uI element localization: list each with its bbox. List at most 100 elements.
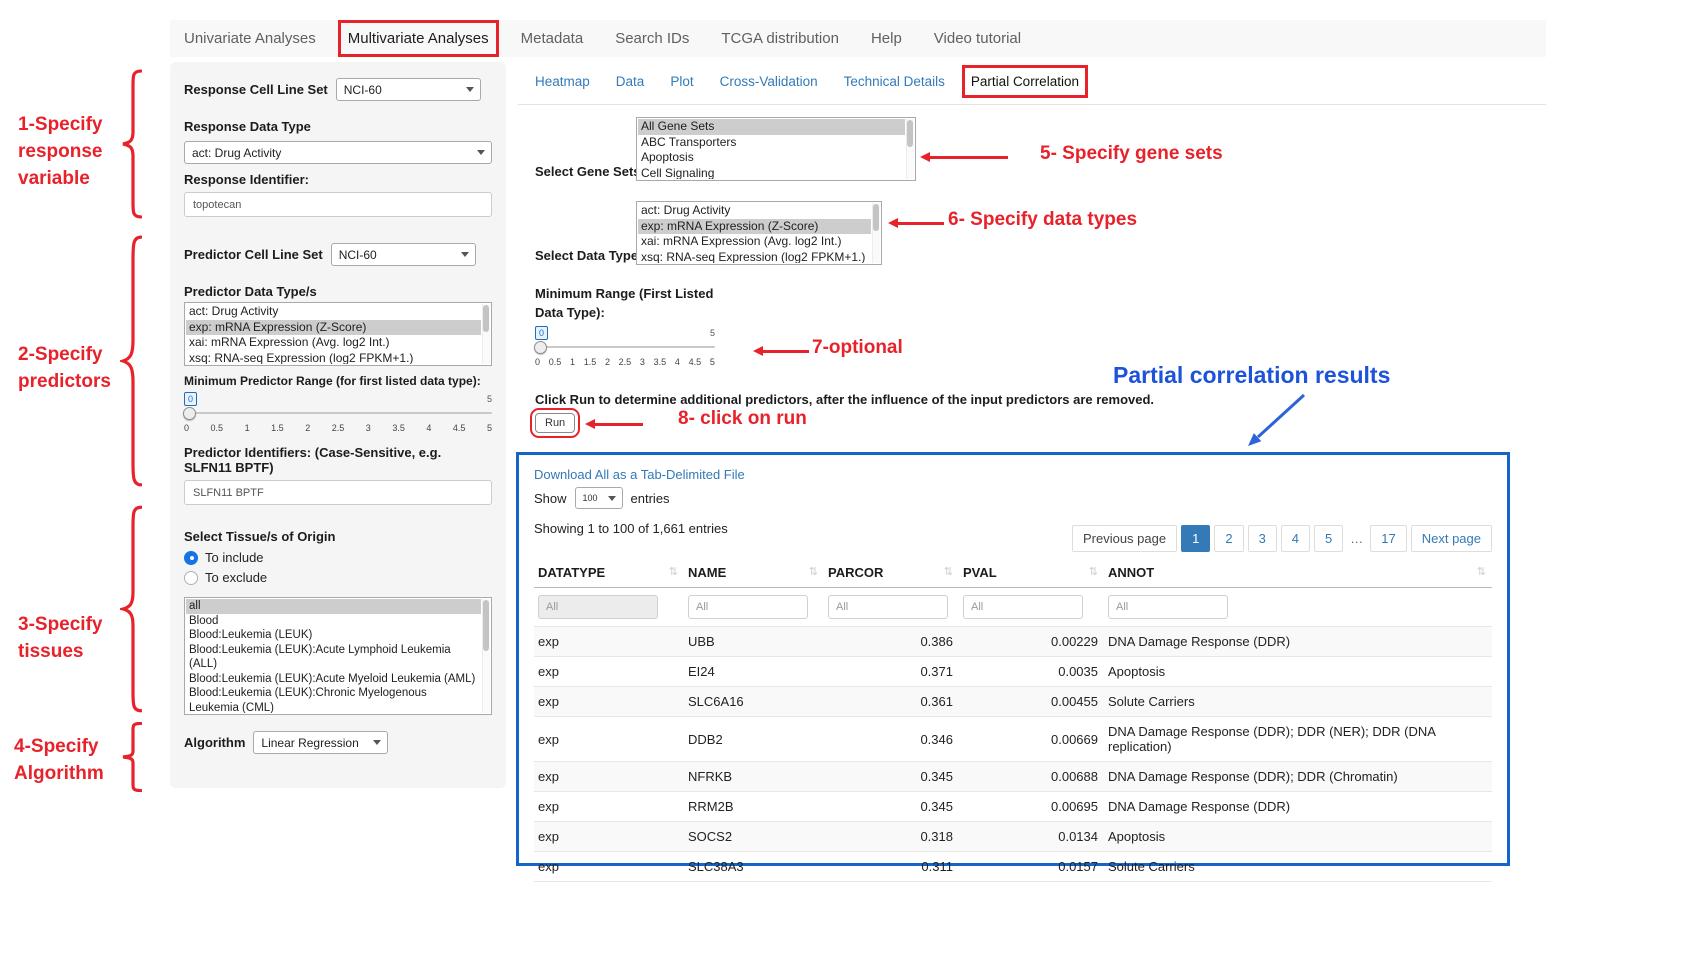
slider-handle[interactable] xyxy=(183,407,196,420)
table-header-row: ⇅DATATYPE⇅NAME⇅PARCOR⇅PVAL⇅ANNOT xyxy=(534,558,1492,588)
column-header-pval[interactable]: ⇅PVAL xyxy=(959,558,1104,588)
tab-partial-correlation[interactable]: Partial Correlation xyxy=(971,74,1079,89)
response-identifier-input[interactable] xyxy=(184,192,492,217)
option-blood[interactable]: Blood xyxy=(186,614,481,629)
filter-input-parcor[interactable] xyxy=(828,595,948,619)
column-header-name[interactable]: ⇅NAME xyxy=(684,558,824,588)
scrollbar-thumb[interactable] xyxy=(483,600,489,651)
option-exp-mrna-expression-z-score[interactable]: exp: mRNA Expression (Z-Score) xyxy=(638,219,871,235)
option-blood-leukemia-leuk-acute-lymphoid-leukemia-all[interactable]: Blood:Leukemia (LEUK):Acute Lymphoid Leu… xyxy=(186,643,481,672)
predictor-identifiers-input[interactable] xyxy=(184,480,492,505)
min-range-slider[interactable]: 0 5 00.511.522.533.544.55 xyxy=(535,326,715,367)
scrollbar-thumb[interactable] xyxy=(873,204,879,231)
option-xsq-rna-seq-expression-log2-fpkm-1[interactable]: xsq: RNA-seq Expression (log2 FPKM+1.) xyxy=(186,351,481,365)
tick-label: 0 xyxy=(184,423,189,433)
option-blood-leukemia-leuk-acute-myeloid-leukemia-aml[interactable]: Blood:Leukemia (LEUK):Acute Myeloid Leuk… xyxy=(186,672,481,687)
option-all[interactable]: all xyxy=(186,599,481,614)
sort-icon[interactable]: ⇅ xyxy=(944,565,953,578)
min-range-label: Minimum Range (First Listed Data Type): xyxy=(535,285,713,323)
data-types-listbox[interactable]: act: Drug Activityexp: mRNA Expression (… xyxy=(636,201,882,265)
table-row[interactable]: expDDB20.3460.00669DNA Damage Response (… xyxy=(534,717,1492,762)
download-link[interactable]: Download All as a Tab-Delimited File xyxy=(534,467,745,482)
nav-item-univariate-analyses[interactable]: Univariate Analyses xyxy=(184,30,316,47)
tissue-listbox[interactable]: allBloodBlood:Leukemia (LEUK)Blood:Leuke… xyxy=(184,597,492,715)
response-cell-line-set-select[interactable]: NCI-60 xyxy=(336,78,481,101)
tissue-exclude-radio[interactable]: To exclude xyxy=(184,570,492,585)
sort-icon[interactable]: ⇅ xyxy=(1477,565,1486,578)
table-row[interactable]: expSLC38A30.3110.0157Solute Carriers xyxy=(534,852,1492,882)
gene-sets-label: Select Gene Sets xyxy=(535,164,641,179)
sort-icon[interactable]: ⇅ xyxy=(1089,565,1098,578)
option-blood-leukemia-leuk[interactable]: Blood:Leukemia (LEUK) xyxy=(186,628,481,643)
table-row[interactable]: expEI240.3710.0035Apoptosis xyxy=(534,657,1492,687)
algorithm-select[interactable]: Linear Regression xyxy=(253,731,388,754)
gene-sets-listbox[interactable]: All Gene SetsABC TransportersApoptosisCe… xyxy=(636,117,916,181)
option-xai-mrna-expression-avg-log2-int[interactable]: xai: mRNA Expression (Avg. log2 Int.) xyxy=(186,335,481,351)
option-act-drug-activity[interactable]: act: Drug Activity xyxy=(186,304,481,320)
tab-cross-validation[interactable]: Cross-Validation xyxy=(720,74,818,89)
option-cell-signaling[interactable]: Cell Signaling xyxy=(638,166,905,180)
option-xai-mrna-expression-avg-log2-int[interactable]: xai: mRNA Expression (Avg. log2 Int.) xyxy=(638,234,871,250)
page-button-5[interactable]: 5 xyxy=(1314,525,1343,552)
nav-item-multivariate-analyses[interactable]: Multivariate Analyses xyxy=(348,30,489,47)
slider-track[interactable] xyxy=(535,343,715,351)
slider-handle[interactable] xyxy=(534,341,547,354)
next-page-button[interactable]: Next page xyxy=(1411,525,1492,552)
scrollbar[interactable] xyxy=(482,304,490,364)
nav-item-metadata[interactable]: Metadata xyxy=(521,30,584,47)
tab-plot[interactable]: Plot xyxy=(670,74,693,89)
page-button-2[interactable]: 2 xyxy=(1214,525,1243,552)
page-button-3[interactable]: 3 xyxy=(1248,525,1277,552)
filter-input-annot[interactable] xyxy=(1108,595,1228,619)
option-act-drug-activity[interactable]: act: Drug Activity xyxy=(638,203,871,219)
nav-item-tcga-distribution[interactable]: TCGA distribution xyxy=(721,30,839,47)
tick-label: 5 xyxy=(487,423,492,433)
predictor-data-types-listbox[interactable]: act: Drug Activityexp: mRNA Expression (… xyxy=(184,302,492,366)
sort-icon[interactable]: ⇅ xyxy=(669,565,678,578)
tab-heatmap[interactable]: Heatmap xyxy=(535,74,590,89)
previous-page-button[interactable]: Previous page xyxy=(1072,525,1177,552)
page-button-1[interactable]: 1 xyxy=(1181,525,1210,552)
predictor-cell-line-set-select[interactable]: NCI-60 xyxy=(331,243,476,266)
page-button-4[interactable]: 4 xyxy=(1281,525,1310,552)
show-entries-select[interactable]: 100 xyxy=(575,487,623,509)
tab-data[interactable]: Data xyxy=(616,74,645,89)
tissue-origin-label: Select Tissue/s of Origin xyxy=(184,529,492,544)
scrollbar-thumb[interactable] xyxy=(907,120,913,147)
tissue-include-radio[interactable]: To include xyxy=(184,550,492,565)
scrollbar-thumb[interactable] xyxy=(483,305,489,332)
cell-parcor: 0.311 xyxy=(824,852,959,882)
table-row[interactable]: expRRM2B0.3450.00695DNA Damage Response … xyxy=(534,792,1492,822)
tab-technical-details[interactable]: Technical Details xyxy=(844,74,945,89)
table-row[interactable]: expSLC6A160.3610.00455Solute Carriers xyxy=(534,687,1492,717)
scrollbar[interactable] xyxy=(906,119,914,179)
scrollbar[interactable] xyxy=(872,203,880,263)
scrollbar[interactable] xyxy=(482,599,490,713)
slider-track[interactable] xyxy=(184,409,492,417)
option-xsq-rna-seq-expression-log2-fpkm-1[interactable]: xsq: RNA-seq Expression (log2 FPKM+1.) xyxy=(638,250,871,264)
page-button-17[interactable]: 17 xyxy=(1370,525,1406,552)
filter-input-datatype[interactable] xyxy=(538,595,658,619)
option-all-gene-sets[interactable]: All Gene Sets xyxy=(638,119,905,135)
algorithm-label: Algorithm xyxy=(184,735,245,750)
nav-item-help[interactable]: Help xyxy=(871,30,902,47)
nav-item-search-ids[interactable]: Search IDs xyxy=(615,30,689,47)
table-row[interactable]: expNFRKB0.3450.00688DNA Damage Response … xyxy=(534,762,1492,792)
response-cell-line-set-label: Response Cell Line Set xyxy=(184,82,328,97)
sort-icon[interactable]: ⇅ xyxy=(809,565,818,578)
option-blood-leukemia-leuk-chronic-myelogenous-leukemia-cml[interactable]: Blood:Leukemia (LEUK):Chronic Myelogenou… xyxy=(186,686,481,713)
table-row[interactable]: expSOCS20.3180.0134Apoptosis xyxy=(534,822,1492,852)
min-predictor-range-slider[interactable]: 0 5 00.511.522.533.544.55 xyxy=(184,392,492,433)
column-header-datatype[interactable]: ⇅DATATYPE xyxy=(534,558,684,588)
option-abc-transporters[interactable]: ABC Transporters xyxy=(638,135,905,151)
option-apoptosis[interactable]: Apoptosis xyxy=(638,150,905,166)
nav-item-video-tutorial[interactable]: Video tutorial xyxy=(934,30,1021,47)
run-button[interactable]: Run xyxy=(535,413,575,433)
filter-input-name[interactable] xyxy=(688,595,808,619)
filter-input-pval[interactable] xyxy=(963,595,1083,619)
column-header-annot[interactable]: ⇅ANNOT xyxy=(1104,558,1492,588)
response-data-type-select[interactable]: act: Drug Activity xyxy=(184,141,492,164)
column-header-parcor[interactable]: ⇅PARCOR xyxy=(824,558,959,588)
option-exp-mrna-expression-z-score[interactable]: exp: mRNA Expression (Z-Score) xyxy=(186,320,481,336)
table-row[interactable]: expUBB0.3860.00229DNA Damage Response (D… xyxy=(534,627,1492,657)
